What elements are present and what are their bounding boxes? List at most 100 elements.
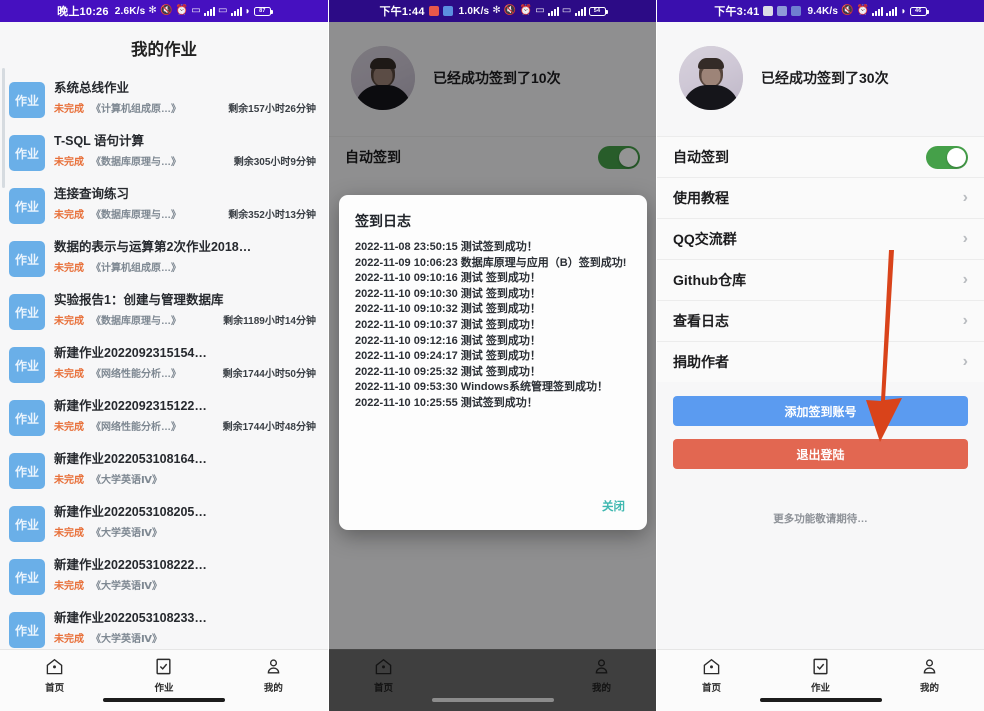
notification-icon (777, 6, 788, 16)
status-badge: 未完成 (54, 421, 84, 433)
alarm-icon: ⏰ (856, 5, 870, 16)
homework-title: 连接查询练习 (54, 187, 130, 201)
list-item-body: 系统总线作业 未完成 《计算机组成原…》 剩余157小时26分钟 (54, 79, 320, 115)
list-item-body: 新建作业2022053108222… 未完成 《大学英语Ⅳ》 (54, 556, 320, 592)
homework-title: 新建作业2022053108222… (54, 558, 207, 572)
avatar-face (373, 66, 393, 86)
bottom-navigation: 首页 作业 我的 (0, 649, 328, 711)
signal-4g-icon (203, 6, 215, 16)
log-entry: 2022-11-10 09:10:30 测试 签到成功！ (355, 287, 541, 300)
homework-meta: 未完成 《计算机组成原…》 (54, 259, 320, 274)
add-account-button[interactable]: 添加签到账号 (673, 396, 968, 426)
log-entry: 2022-11-10 09:24:17 测试 签到成功！ (355, 350, 541, 363)
list-item[interactable]: 作业 系统总线作业 未完成 《计算机组成原…》 剩余157小时26分钟 (0, 72, 328, 125)
course-name: 《数据库原理与…》 (91, 315, 181, 327)
status-badge: 未完成 (54, 580, 84, 592)
menu-item-github[interactable]: Github仓库 › (657, 259, 984, 300)
list-item[interactable]: 作业 T-SQL 语句计算 未完成 《数据库原理与…》 剩余305小时9分钟 (0, 125, 328, 178)
list-item[interactable]: 作业 新建作业2022053108205… 未完成 《大学英语Ⅳ》 (0, 496, 328, 549)
avatar[interactable] (351, 46, 415, 110)
homework-title: 数据的表示与运算第2次作业2018… (54, 240, 252, 254)
nav-item-home[interactable]: 首页 (0, 657, 109, 694)
nav-label: 我的 (591, 683, 611, 694)
time-remaining: 剩余157小时26分钟 (228, 103, 316, 115)
avatar-hat (370, 58, 396, 69)
chevron-right-icon: › (962, 271, 968, 288)
dialog-actions: 关闭 (355, 492, 631, 522)
list-item-body: 新建作业2022092315122… 未完成 《网络性能分析…》 剩余1744小… (54, 397, 320, 433)
list-item[interactable]: 作业 新建作业2022092315122… 未完成 《网络性能分析…》 剩余17… (0, 390, 328, 443)
course-name: 《数据库原理与…》 (91, 209, 181, 221)
person-icon (920, 657, 939, 676)
scrollbar[interactable] (2, 68, 5, 188)
homework-meta: 未完成 《数据库原理与…》 剩余352小时13分钟 (54, 206, 320, 221)
menu-item-view-log[interactable]: 查看日志 › (657, 300, 984, 341)
status-badge: 未完成 (54, 527, 84, 539)
nav-item-profile[interactable]: 我的 (547, 657, 656, 694)
homework-meta: 未完成 《数据库原理与…》 剩余1189小时14分钟 (54, 312, 320, 327)
person-icon (264, 657, 283, 676)
menu-item-donate[interactable]: 捐助作者 › (657, 341, 984, 382)
bottom-navigation: 首页 作业 我的 (657, 649, 984, 711)
homework-badge: 作业 (9, 400, 45, 436)
course-name: 《计算机组成原…》 (91, 262, 181, 274)
nav-item-homework[interactable]: 作业 (766, 657, 875, 694)
signin-count-text: 已经成功签到了10次 (433, 70, 561, 86)
course-name: 《大学英语Ⅳ》 (91, 474, 162, 486)
nav-item-home[interactable]: 首页 (329, 657, 438, 694)
nav-item-profile[interactable]: 我的 (219, 657, 328, 694)
auto-signin-toggle[interactable] (926, 145, 968, 169)
logout-button[interactable]: 退出登陆 (673, 439, 968, 469)
homework-badge: 作业 (9, 506, 45, 542)
homework-title: 新建作业2022053108164… (54, 452, 207, 466)
auto-signin-label: 自动签到 (673, 149, 729, 165)
chevron-right-icon: › (962, 230, 968, 247)
homework-title: 新建作业2022092315122… (54, 399, 207, 413)
time-remaining: 剩余1189小时14分钟 (223, 315, 316, 327)
auto-signin-row[interactable]: 自动签到 (329, 136, 656, 177)
homework-meta: 未完成 《网络性能分析…》 剩余1744小时48分钟 (54, 418, 320, 433)
close-button[interactable]: 关闭 (602, 498, 625, 514)
log-entry: 2022-11-10 10:25:55 测试签到成功！ (355, 397, 538, 410)
time-remaining: 剩余352小时13分钟 (228, 209, 316, 221)
auto-signin-row[interactable]: 自动签到 (657, 136, 984, 177)
list-item[interactable]: 作业 数据的表示与运算第2次作业2018… 未完成 《计算机组成原…》 (0, 231, 328, 284)
list-item[interactable]: 作业 新建作业2022053108222… 未完成 《大学英语Ⅳ》 (0, 549, 328, 602)
homework-badge: 作业 (9, 82, 45, 118)
list-item[interactable]: 作业 新建作业2022053108164… 未完成 《大学英语Ⅳ》 (0, 443, 328, 496)
nav-label: 作业 (810, 683, 830, 694)
battery-icon: 54 (588, 6, 608, 16)
avatar-face (701, 66, 721, 86)
status-badge: 未完成 (54, 368, 84, 380)
list-item[interactable]: 作业 实验报告1：创建与管理数据库 未完成 《数据库原理与…》 剩余1189小时… (0, 284, 328, 337)
list-item-body: 新建作业2022092315154… 未完成 《网络性能分析…》 剩余1744小… (54, 344, 320, 380)
signin-count-text: 已经成功签到了30次 (761, 70, 889, 86)
homework-list[interactable]: 作业 系统总线作业 未完成 《计算机组成原…》 剩余157小时26分钟 作业 T… (0, 68, 328, 655)
auto-signin-toggle[interactable] (598, 145, 640, 169)
toggle-knob (947, 147, 966, 167)
homework-meta: 未完成 《大学英语Ⅳ》 (54, 471, 320, 486)
menu-item-tutorial[interactable]: 使用教程 › (657, 177, 984, 218)
notification-icon (763, 6, 774, 16)
menu-item-qq-group[interactable]: QQ交流群 › (657, 218, 984, 259)
status-bar-right: 9.4K/s 🔇 ⏰ ◗ 46 (807, 5, 929, 17)
homework-badge: 作业 (9, 241, 45, 277)
list-item-body: 实验报告1：创建与管理数据库 未完成 《数据库原理与…》 剩余1189小时14分… (54, 291, 320, 327)
list-item-body: 数据的表示与运算第2次作业2018… 未完成 《计算机组成原…》 (54, 238, 320, 274)
list-item[interactable]: 作业 新建作业2022053108233… 未完成 《大学英语Ⅳ》 (0, 602, 328, 655)
hd-icon: ▭ (217, 5, 228, 16)
course-name: 《大学英语Ⅳ》 (91, 633, 162, 645)
avatar[interactable] (679, 46, 743, 110)
wifi-icon: ◗ (244, 5, 251, 17)
list-item-body: T-SQL 语句计算 未完成 《数据库原理与…》 剩余305小时9分钟 (54, 132, 320, 168)
status-bar-right: 1.0K/s ✻ 🔇 ⏰ ▭ ▭ 54 (459, 6, 608, 17)
homework-meta: 未完成 《网络性能分析…》 剩余1744小时50分钟 (54, 365, 320, 380)
list-item[interactable]: 作业 新建作业2022092315154… 未完成 《网络性能分析…》 剩余17… (0, 337, 328, 390)
list-item[interactable]: 作业 连接查询练习 未完成 《数据库原理与…》 剩余352小时13分钟 (0, 178, 328, 231)
time-remaining: 剩余305小时9分钟 (233, 156, 316, 168)
nav-item-homework[interactable]: 作业 (109, 657, 218, 694)
checklist-icon (154, 657, 173, 676)
nav-item-profile[interactable]: 我的 (875, 657, 984, 694)
nav-item-home[interactable]: 首页 (657, 657, 766, 694)
homework-title: T-SQL 语句计算 (54, 134, 145, 148)
